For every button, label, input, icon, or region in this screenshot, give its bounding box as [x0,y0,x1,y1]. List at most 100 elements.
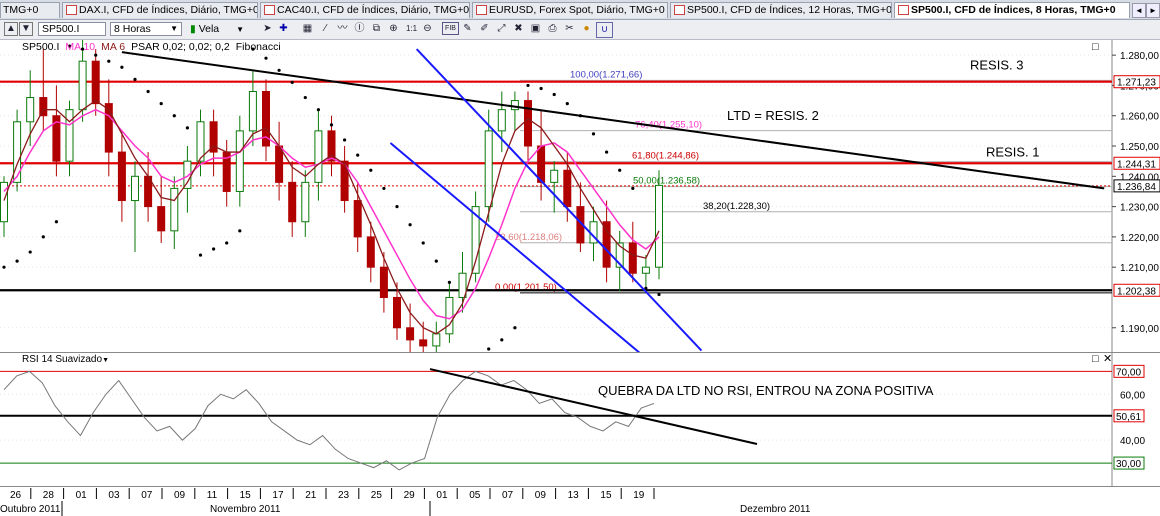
chart-icon [66,5,77,15]
tab-prev-button[interactable]: ◄ [1132,3,1146,18]
candle-body [301,181,310,223]
rsi-tick-label: 40,00 [1120,436,1145,447]
psar-dot [539,86,543,91]
symbol-selector[interactable]: SP500.I [38,22,106,36]
psar-dot [264,56,268,60]
legend-fib[interactable]: Fibonacci [236,41,281,53]
time-axis: 26 28 01 03 07 09 11 15 17 21 23 25 29 01 05 07 09 13 15 19… [0,486,1160,516]
x-tick-label: 19 [633,490,645,501]
fib-tool-icon[interactable]: FIB [442,22,459,35]
y-tick-label: 1.190,00 [1120,324,1159,335]
y-tick-label: 1.260,00 [1120,112,1159,123]
close-icon[interactable]: ✕ [1103,354,1112,365]
zoom-out-icon[interactable]: ⊖ [420,22,435,36]
rsi-pane[interactable]: 60,00 40,00 70,00 30,00 50,61 QUEBRA DA LTD N… [0,352,1160,486]
psar-dot [198,253,203,257]
price-chart-pane[interactable]: 1.280,001.270,001.260,001.250,001.240,00… [0,40,1160,352]
candle-body [510,100,519,111]
candle-body [641,266,650,274]
candle-body [655,184,663,268]
tab-3[interactable]: EURUSD, Forex Spot, Diário, TMG+0 [472,2,668,18]
chart-icon [476,5,487,15]
psar-dot [290,80,294,85]
x-tick-label: 13 [568,490,580,501]
rsi-legend[interactable]: RSI 14 Suavizado▼ [22,354,109,365]
annotation-ltd-resis-2: LTD = RESIS. 2 [727,108,819,123]
x-tick-label: 01 [76,490,88,501]
price-tag-label: 1.202,38 [1117,286,1156,297]
candle-body [131,175,139,202]
chart-style-selector[interactable]: ▮ Vela ▼ [190,23,244,35]
x-tick-label: 09 [174,490,186,501]
tab-label: TMG+0 [3,4,39,16]
candle-body [65,109,74,162]
x-tick-label: 15 [600,490,612,501]
tab-1[interactable]: DAX.I, CFD de Índices, Diário, TMG+0 [62,2,258,18]
psar-dot [343,138,347,142]
pane-maximize-icon[interactable]: □ [1092,354,1099,365]
tab-0[interactable]: TMG+0 [0,2,60,18]
rsi-level-label: 30,00 [1116,459,1141,470]
psar-dot [408,223,412,227]
psar-dot [618,168,622,172]
zoom-in-icon[interactable]: ⊕ [386,22,401,36]
collapse-up-icon[interactable]: ▲ [4,22,18,36]
candle-body [235,130,244,192]
candle-body [170,187,179,232]
psar-dot [552,92,556,97]
legend-ma6[interactable]: MA 6 [101,41,125,53]
candle-icon: ▮ [190,23,196,35]
expand-icon[interactable]: ⤢ [494,22,509,36]
cut-icon[interactable]: ✂ [562,22,577,36]
pane-maximize-icon[interactable]: □ [1092,42,1099,53]
tab-label: CAC40.I, CFD de Índices, Diário, TMG+0 [277,4,470,16]
x-tick-label: 15 [240,490,252,501]
legend-symbol[interactable]: SP500.I [22,41,59,53]
tab-5[interactable]: SP500.I, CFD de Índices, 8 Horas, TMG+0 [894,2,1130,18]
psar-dot [277,68,281,72]
rsi-chart[interactable]: 60,00 40,00 70,00 30,00 50,61 QUEBRA DA LTD N… [0,353,1160,486]
cursor-arrow-icon[interactable]: ➤ [260,22,275,36]
x-tick-label: 05 [469,490,481,501]
wave-icon[interactable]: 〰 [335,22,350,36]
psar-dot [238,229,242,233]
x-tick-label: 23 [338,490,350,501]
print-icon[interactable]: ⎙ [545,22,560,36]
draw-icon[interactable]: ✐ [477,22,492,36]
x-month-label: Novembro 2011 [210,504,281,515]
bell-icon[interactable]: ● [579,22,594,36]
psar-dot [382,186,386,191]
legend-ma10[interactable]: MA 10 [65,41,95,53]
chart-style-label: Vela [198,23,220,35]
x-tick-label: 25 [371,490,383,501]
psar-dot [565,102,569,106]
fib-label: 38,20(1.228,30) [703,201,770,212]
shrink-icon[interactable]: ✖ [511,22,526,36]
pen-icon[interactable]: ✎ [460,22,475,36]
chevron-down-icon: ▼ [170,24,178,33]
magnet-icon[interactable]: ∪ [596,22,613,38]
tab-next-button[interactable]: ► [1146,3,1160,18]
candle-body [406,327,415,341]
collapse-down-icon[interactable]: ▼ [19,22,33,36]
text-tool-icon[interactable]: Ⓘ [352,22,367,36]
tab-2[interactable]: CAC40.I, CFD de Índices, Diário, TMG+0 [260,2,470,18]
candle-body [393,296,401,329]
window-icon[interactable]: ⧉ [369,22,384,36]
psar-dot [591,132,596,136]
x-tick-label: 09 [535,490,547,501]
tab-4[interactable]: SP500.I, CFD de Índices, 12 Horas, TMG+0 [670,2,892,18]
timeframe-select[interactable]: 8 Horas ▼ [110,22,182,36]
psar-dot [107,59,111,63]
candle-body [484,130,493,208]
fit-icon[interactable]: 1:1 [404,22,419,36]
snapshot-icon[interactable]: ▣ [528,22,543,36]
crosshair-icon[interactable]: ✚ [276,22,291,36]
price-chart[interactable]: 1.280,001.270,001.260,001.250,001.240,00… [0,40,1160,352]
grid-icon[interactable]: ▦ [300,22,315,36]
legend-psar[interactable]: PSAR 0,02; 0,02; 0,2 [131,41,230,53]
line-tool-icon[interactable]: ⁄ [318,22,333,36]
psar-dot [329,123,334,127]
symbol-label: SP500.I [42,23,80,35]
x-tick-label: 29 [404,490,416,501]
